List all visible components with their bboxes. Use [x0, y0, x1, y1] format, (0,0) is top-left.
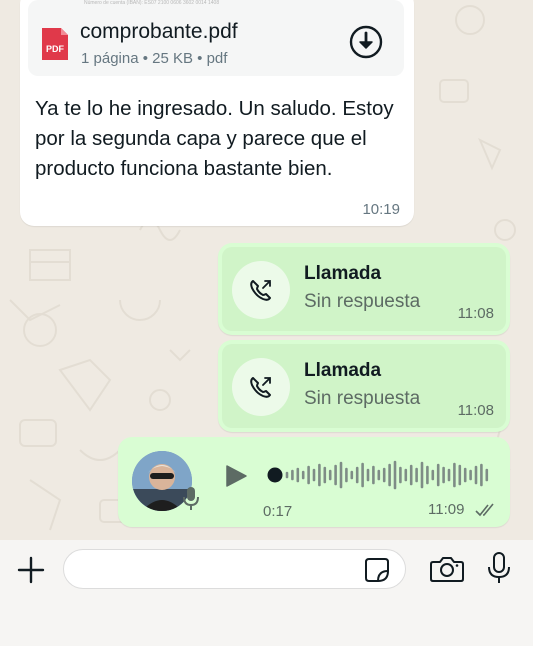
- document-name: comprobante.pdf: [80, 20, 238, 43]
- message-time: 10:19: [362, 201, 400, 218]
- voice-note-bubble[interactable]: 0:17 11:09: [118, 437, 510, 527]
- call-title: Llamada: [304, 360, 382, 381]
- voice-time: 11:09: [428, 501, 465, 518]
- voice-duration: 0:17: [263, 503, 293, 520]
- missed-call-bubble[interactable]: Llamada Sin respuesta 11:08: [218, 243, 510, 335]
- chat-area: Número de cuenta (IBAN): ES07 2100 0606 …: [0, 0, 533, 540]
- call-status: Sin respuesta: [304, 388, 421, 409]
- document-meta: 1 página • 25 KB • pdf: [81, 50, 228, 67]
- camera-icon[interactable]: [430, 555, 464, 583]
- waveform-progress-dot[interactable]: [267, 467, 283, 483]
- pdf-icon: PDF: [42, 28, 68, 60]
- missed-call-bubble[interactable]: Llamada Sin respuesta 11:08: [218, 340, 510, 432]
- message-text: Ya te lo he ingresado. Un saludo. Estoy …: [35, 97, 394, 180]
- message-input-bar: [0, 540, 533, 646]
- play-icon[interactable]: [222, 463, 248, 489]
- download-icon[interactable]: [348, 24, 384, 60]
- outgoing-call-icon: [250, 377, 271, 398]
- message-input[interactable]: [63, 549, 406, 589]
- incoming-message-bubble[interactable]: Número de cuenta (IBAN): ES07 2100 0606 …: [20, 0, 414, 226]
- pdf-badge-label: PDF: [46, 44, 65, 54]
- call-icon-circle: [232, 358, 290, 416]
- document-attachment[interactable]: Número de cuenta (IBAN): ES07 2100 0606 …: [28, 0, 404, 76]
- call-status: Sin respuesta: [304, 291, 421, 312]
- microphone-badge-icon: [183, 487, 199, 510]
- call-time: 11:08: [457, 402, 494, 419]
- call-time: 11:08: [457, 305, 494, 322]
- call-icon-circle: [232, 261, 290, 319]
- read-receipt-icon: [475, 503, 494, 517]
- sticker-icon[interactable]: [364, 557, 390, 583]
- document-preview-strip: Número de cuenta (IBAN): ES07 2100 0606 …: [84, 0, 220, 6]
- voice-waveform[interactable]: [265, 455, 495, 495]
- plus-icon[interactable]: [16, 555, 46, 585]
- outgoing-call-icon: [250, 280, 271, 301]
- microphone-icon[interactable]: [486, 551, 512, 585]
- call-title: Llamada: [304, 263, 382, 284]
